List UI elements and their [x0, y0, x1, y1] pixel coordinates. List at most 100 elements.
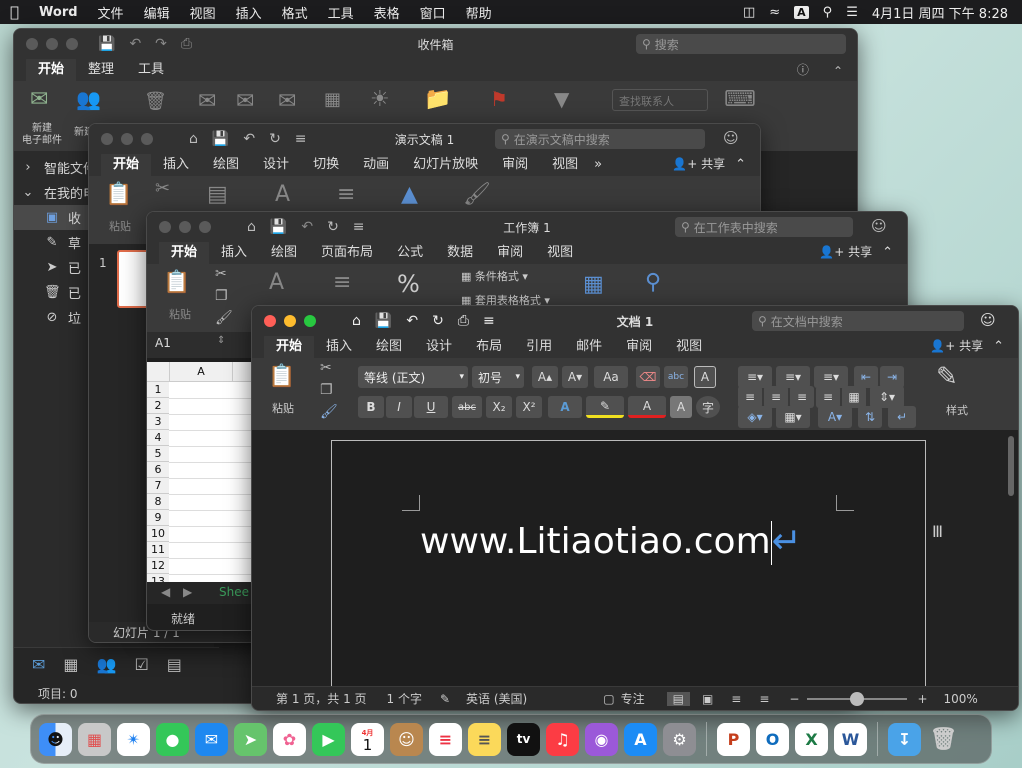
tab-references[interactable]: 引用	[514, 333, 564, 358]
weather-icon[interactable]: ☀	[370, 87, 390, 112]
save-icon[interactable]: 💾	[212, 131, 229, 147]
phonetic-guide-button[interactable]: abc	[664, 366, 688, 388]
redo-icon[interactable]: ↷	[155, 36, 167, 52]
mail-icon[interactable]: ✉	[32, 655, 45, 674]
sheet-tab[interactable]: Shee	[219, 585, 249, 599]
zoom-in-icon[interactable]: +	[907, 692, 927, 706]
paste-icon[interactable]: 📋	[268, 364, 295, 389]
wifi-icon[interactable]: ≈	[769, 5, 780, 20]
tab-view[interactable]: 视图	[540, 151, 590, 176]
new-mail-icon[interactable]: ✉	[30, 87, 48, 112]
menu-format[interactable]: 格式	[272, 3, 318, 22]
tab-organize[interactable]: 整理	[76, 56, 126, 81]
menu-window[interactable]: 窗口	[410, 3, 456, 22]
font-icon[interactable]: A	[275, 182, 290, 207]
tab-review[interactable]: 审阅	[614, 333, 664, 358]
char-shading-button[interactable]: A	[670, 396, 692, 418]
tv-icon[interactable]: tv	[507, 722, 540, 756]
tab-review[interactable]: 审阅	[490, 151, 540, 176]
bold-button[interactable]: B	[358, 396, 384, 418]
asian-layout-button[interactable]: A▾	[818, 406, 852, 428]
tab-design[interactable]: 设计	[414, 333, 464, 358]
text-effects-button[interactable]: A	[548, 396, 582, 418]
slide-thumbnail[interactable]	[117, 250, 149, 308]
collapse-ribbon-icon[interactable]: ⌃	[876, 243, 907, 264]
save-icon[interactable]: 💾	[270, 219, 287, 235]
layout-icon[interactable]: ▤	[207, 182, 228, 207]
collapse-ribbon-icon[interactable]: ⌃	[987, 337, 1018, 358]
tab-animations[interactable]: 动画	[351, 151, 401, 176]
maps-icon[interactable]: ➤	[234, 722, 267, 756]
home-icon[interactable]: ⌂	[189, 131, 198, 147]
zoom-slider[interactable]	[807, 691, 908, 706]
language[interactable]: 英语 (美国)	[450, 690, 527, 707]
menu-edit[interactable]: 编辑	[134, 3, 180, 22]
copy-icon[interactable]: ❐	[320, 382, 333, 398]
share-button[interactable]: 👤+ 共享	[918, 335, 987, 358]
tab-page-layout[interactable]: 页面布局	[309, 239, 385, 264]
facetime-icon[interactable]: ▶	[312, 722, 345, 756]
downloads-folder-icon[interactable]: ↧	[888, 722, 921, 756]
sort-button[interactable]: ⇅	[858, 406, 882, 428]
tab-formulas[interactable]: 公式	[385, 239, 435, 264]
row-header[interactable]: 10	[147, 526, 169, 542]
italic-button[interactable]: I	[386, 396, 412, 418]
row-header[interactable]: 7	[147, 478, 169, 494]
multilevel-list-button[interactable]: ≡▾	[814, 366, 848, 388]
spreadsheet-grid[interactable]: A 12345678910111213	[147, 362, 252, 591]
proofing-icon[interactable]: ✎	[422, 692, 450, 706]
tab-home[interactable]: 开始	[264, 333, 315, 358]
minimize-button[interactable]	[179, 221, 191, 233]
tab-home[interactable]: 开始	[159, 239, 210, 264]
strikethrough-button[interactable]: abc	[452, 396, 482, 418]
help-icon[interactable]: ⓘ	[787, 61, 819, 81]
align-icon[interactable]: ≡	[333, 270, 351, 295]
tab-insert[interactable]: 插入	[314, 333, 364, 358]
row-header[interactable]: 4	[147, 430, 169, 446]
redo-icon[interactable]: ↻	[432, 313, 444, 329]
undo-icon[interactable]: ↶	[129, 36, 141, 52]
bullets-button[interactable]: ≡▾	[738, 366, 772, 388]
collapse-ribbon-icon[interactable]: ⌃	[819, 64, 857, 81]
attachment-icon[interactable]: ▦	[324, 89, 341, 110]
row-header[interactable]: 2	[147, 398, 169, 414]
customize-icon[interactable]: ≡	[353, 219, 365, 235]
justify-button[interactable]: ≡	[816, 386, 840, 408]
styles-icon[interactable]: ✎	[936, 362, 958, 392]
cut-icon[interactable]: ✂	[320, 360, 332, 376]
undo-icon[interactable]: ↶	[243, 131, 255, 147]
focus-icon[interactable]: ▢	[527, 692, 614, 706]
word-icon[interactable]: W	[834, 722, 867, 756]
calendar-icon[interactable]: ▦	[63, 655, 78, 674]
clock[interactable]: 4月1日 周四 下午 8:28	[872, 3, 1008, 22]
print-icon[interactable]: ⎙	[181, 36, 192, 52]
filter-icon[interactable]: ▼	[554, 87, 569, 111]
menu-file[interactable]: 文件	[88, 3, 134, 22]
align-icon[interactable]: ≡	[337, 182, 355, 207]
excel-icon[interactable]: X	[795, 722, 828, 756]
row-header[interactable]: 1	[147, 382, 169, 398]
podcasts-icon[interactable]: ◉	[585, 722, 618, 756]
clear-format-button[interactable]: ⌫	[636, 366, 660, 388]
photos-icon[interactable]: ✿	[273, 722, 306, 756]
format-painter-icon[interactable]: 🖌	[320, 404, 338, 420]
redo-icon[interactable]: ↻	[327, 219, 339, 235]
more-tabs-icon[interactable]: »	[590, 155, 606, 176]
zoom-level[interactable]: 100%	[928, 692, 978, 706]
superscript-button[interactable]: X²	[516, 396, 542, 418]
notes-icon[interactable]: ≡	[468, 722, 501, 756]
row-header[interactable]: 12	[147, 558, 169, 574]
outline-icon[interactable]: ≡	[713, 692, 741, 706]
tab-transitions[interactable]: 切换	[301, 151, 351, 176]
line-spacing-button[interactable]: ⇕▾	[870, 386, 904, 408]
change-case-button[interactable]: Aa	[594, 366, 628, 388]
align-left-button[interactable]: ≡	[738, 386, 762, 408]
menu-help[interactable]: 帮助	[456, 3, 502, 22]
customize-icon[interactable]: ≡	[483, 313, 495, 329]
word-search[interactable]: ⚲ 在文档中搜索	[752, 311, 964, 331]
tasks-icon[interactable]: ☑	[134, 655, 148, 674]
numbering-button[interactable]: ≡▾	[776, 366, 810, 388]
font-icon[interactable]: A	[269, 270, 284, 295]
align-center-button[interactable]: ≡	[764, 386, 788, 408]
zoom-button[interactable]	[304, 315, 316, 327]
